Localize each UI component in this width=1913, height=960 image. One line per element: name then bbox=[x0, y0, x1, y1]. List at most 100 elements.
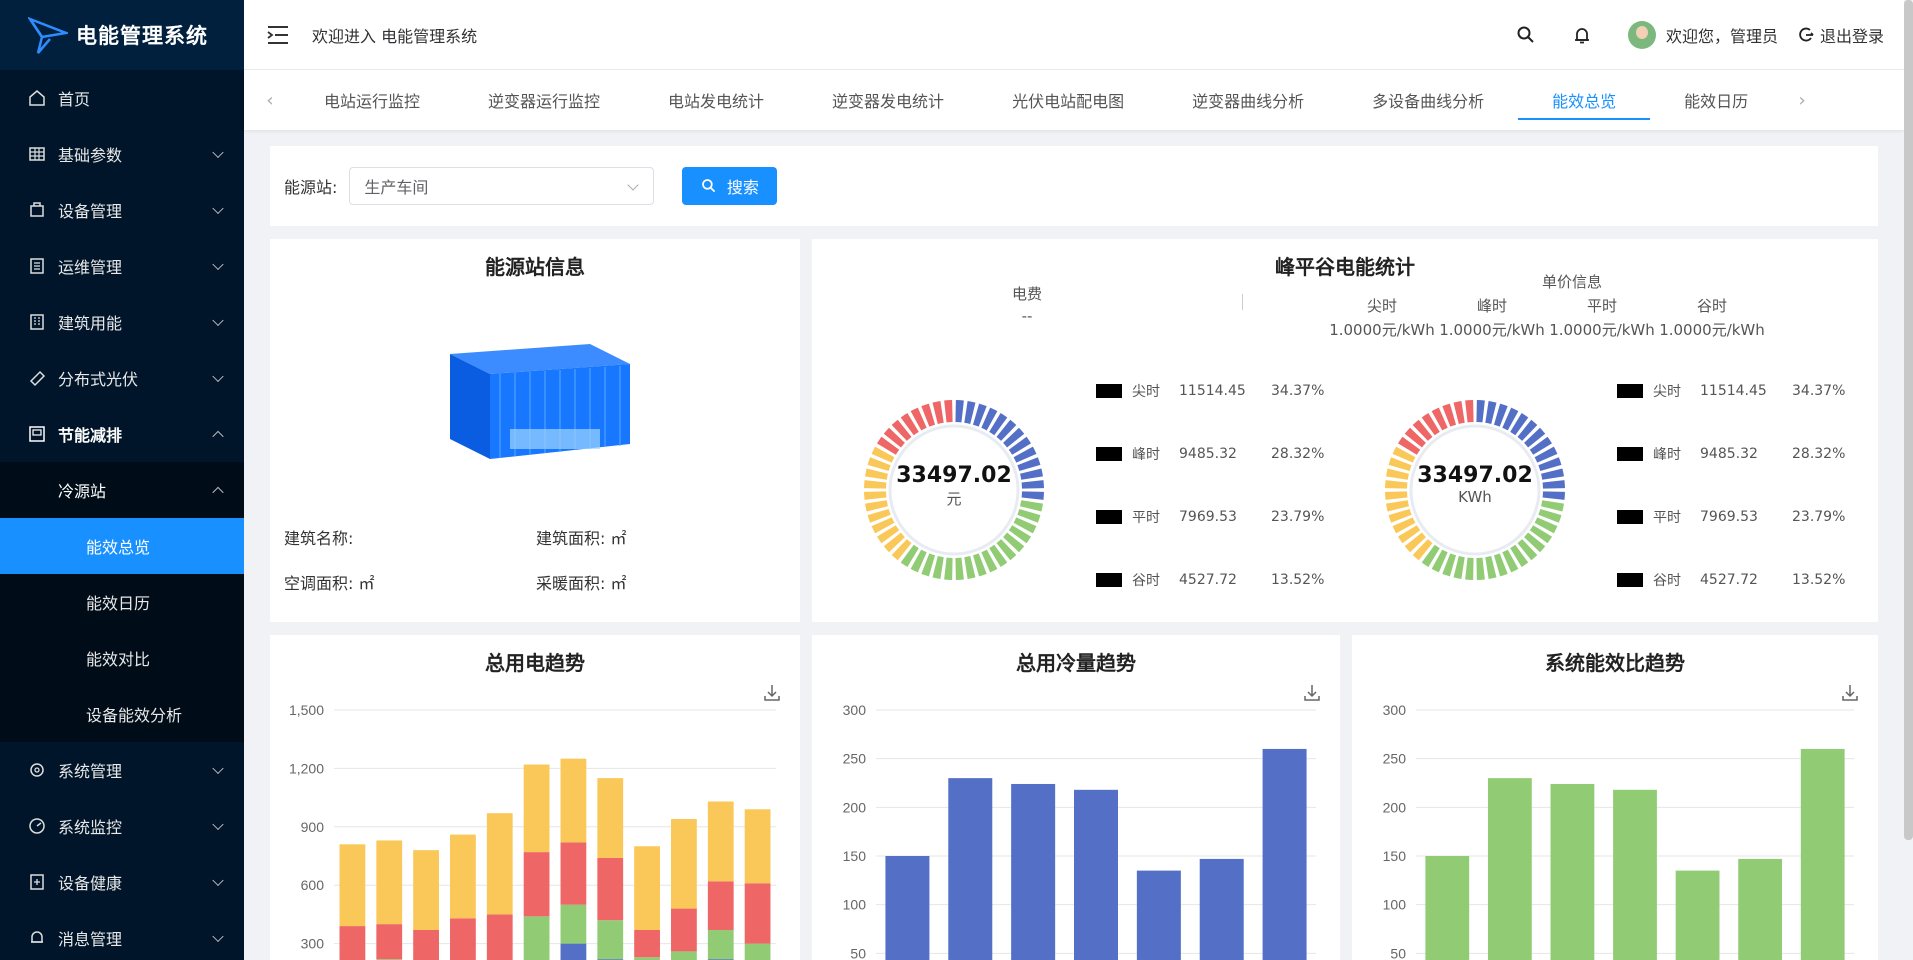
legend-gu: 谷时 4527.72 13.52% bbox=[1617, 570, 1845, 590]
tab-inverter-curve[interactable]: 逆变器曲线分析 bbox=[1158, 70, 1338, 130]
sidebar-item-label: 基础参数 bbox=[58, 146, 123, 165]
y-tick-label: 250 bbox=[1383, 751, 1407, 767]
price-ping-name: 平时 bbox=[1586, 297, 1617, 315]
sidebar-item-label: 设备能效分析 bbox=[86, 706, 183, 725]
unit-price-title: 单价信息 bbox=[1541, 273, 1602, 291]
donut-segment bbox=[1485, 556, 1497, 579]
bar bbox=[707, 881, 734, 930]
tab-station-monitor[interactable]: 电站运行监控 bbox=[290, 70, 454, 130]
total-power-trend-card: 总用电趋势 300 600 900 1,200 1,500 bbox=[270, 635, 800, 960]
sidebar-item-system-monitor[interactable]: 系统监控 bbox=[0, 798, 244, 854]
station-info-title: 能源站信息 bbox=[485, 255, 585, 279]
bar bbox=[671, 819, 697, 909]
search-button[interactable]: 搜索 bbox=[682, 167, 778, 205]
building-area: 建筑面积: ㎡ bbox=[536, 529, 627, 548]
tab-efficiency-calendar[interactable]: 能效日历 bbox=[1650, 70, 1782, 130]
sidebar-item-efficiency-compare[interactable]: 能效对比 bbox=[0, 630, 244, 686]
sidebar-item-efficiency-overview[interactable]: 能效总览 bbox=[0, 518, 244, 574]
tab-scroll-left-icon[interactable]: ‹ bbox=[250, 90, 290, 111]
chevron-down-icon bbox=[212, 314, 224, 327]
welcome-text: 欢迎进入 电能管理系统 bbox=[312, 26, 478, 46]
bar bbox=[523, 764, 550, 853]
donut-segment bbox=[964, 556, 976, 579]
tab-inverter-monitor[interactable]: 逆变器运行监控 bbox=[454, 70, 634, 130]
bell-icon bbox=[31, 931, 43, 943]
donut-segment bbox=[1465, 400, 1474, 423]
sidebar-item-energy-saving[interactable]: 节能减排 bbox=[0, 406, 244, 462]
sidebar-item-pv[interactable]: 分布式光伏 bbox=[0, 350, 244, 406]
menu-fold-icon[interactable] bbox=[266, 24, 290, 46]
app-logo[interactable]: 电能管理系统 bbox=[0, 0, 244, 70]
tab-multi-device-curve[interactable]: 多设备曲线分析 bbox=[1338, 70, 1518, 130]
legend-swatch bbox=[1096, 384, 1122, 398]
y-tick-label: 600 bbox=[301, 877, 325, 893]
sidebar-item-device-efficiency[interactable]: 设备能效分析 bbox=[0, 686, 244, 742]
sidebar-item-system-mgmt[interactable]: 系统管理 bbox=[0, 742, 244, 798]
bar bbox=[634, 929, 660, 958]
sidebar-item-building-energy[interactable]: 建筑用能 bbox=[0, 294, 244, 350]
gear-icon bbox=[30, 763, 44, 777]
sidebar-item-ops-mgmt[interactable]: 运维管理 bbox=[0, 238, 244, 294]
bar bbox=[1425, 856, 1470, 960]
bar bbox=[413, 850, 439, 930]
donut-segment bbox=[1465, 557, 1474, 580]
user-greeting[interactable]: 欢迎您，管理员 bbox=[1666, 23, 1778, 47]
bar bbox=[1738, 858, 1783, 960]
total-cooling-trend-card: 总用冷量趋势 50 100 150 200 250 300 bbox=[812, 635, 1340, 960]
chevron-down-icon bbox=[212, 874, 224, 887]
bar bbox=[597, 920, 624, 960]
bell-icon[interactable] bbox=[1572, 25, 1592, 45]
y-tick-label: 1,500 bbox=[289, 702, 324, 718]
avatar[interactable] bbox=[1627, 21, 1656, 49]
donut-segment bbox=[932, 401, 944, 424]
bar bbox=[1487, 778, 1532, 960]
fee-label: 电费 bbox=[1011, 285, 1042, 303]
bar bbox=[1262, 748, 1307, 960]
total-power-bar-chart: 300 600 900 1,200 1,500 bbox=[289, 702, 776, 960]
legend-swatch bbox=[1096, 573, 1122, 587]
tab-scroll-right-icon[interactable]: › bbox=[1782, 90, 1822, 111]
chevron-up-icon bbox=[212, 486, 224, 499]
bar bbox=[1136, 870, 1181, 960]
tab-pv-diagram[interactable]: 光伏电站配电图 bbox=[978, 70, 1158, 130]
station-select[interactable]: 生产车间 bbox=[349, 167, 655, 205]
donut-segment bbox=[955, 557, 964, 580]
station-label: 能源站: bbox=[284, 178, 338, 197]
sidebar-item-device-health[interactable]: 设备健康 bbox=[0, 854, 244, 910]
logout-icon[interactable] bbox=[1796, 25, 1816, 45]
y-tick-label: 100 bbox=[843, 897, 867, 913]
sidebar-item-efficiency-calendar[interactable]: 能效日历 bbox=[0, 574, 244, 630]
chevron-down-icon bbox=[212, 370, 224, 383]
sidebar-item-message-mgmt[interactable]: 消息管理 bbox=[0, 910, 244, 960]
sidebar-item-label: 系统监控 bbox=[58, 818, 123, 837]
tab-efficiency-overview[interactable]: 能效总览 bbox=[1518, 70, 1651, 130]
sidebar-item-basic-params[interactable]: 基础参数 bbox=[0, 126, 244, 182]
ac-area: 空调面积: ㎡ bbox=[284, 574, 375, 593]
price-gu-value: 1.0000元/kWh bbox=[1659, 321, 1765, 339]
save-icon bbox=[29, 426, 45, 442]
station-select-value: 生产车间 bbox=[364, 178, 429, 197]
sidebar-item-home[interactable]: 首页 bbox=[0, 70, 244, 126]
bar bbox=[885, 856, 930, 960]
submenu-energy-saving: 冷源站 能效总览 能效日历 能效对比 设备能效分析 bbox=[0, 462, 244, 742]
tab-station-stats[interactable]: 电站发电统计 bbox=[634, 70, 798, 130]
page-scrollbar[interactable] bbox=[1904, 0, 1913, 840]
bar bbox=[634, 846, 660, 930]
cop-trend-card: 系统能效比趋势 50 100 150 200 250 300 bbox=[1352, 635, 1878, 960]
peak-valley-card: 峰平谷电能统计 电费 -- 单价信息 尖时 1.0000元/kWh 峰时 1.0… bbox=[812, 239, 1878, 622]
sidebar-item-label: 能效总览 bbox=[86, 538, 151, 557]
sidebar-item-cold-source[interactable]: 冷源站 bbox=[0, 462, 244, 518]
sidebar-item-label: 建筑用能 bbox=[58, 314, 123, 333]
search-icon[interactable] bbox=[1516, 25, 1536, 45]
bar bbox=[486, 914, 513, 960]
energy-donut-unit: KWh bbox=[1458, 488, 1492, 506]
tab-inverter-stats[interactable]: 逆变器发电统计 bbox=[798, 70, 978, 130]
sidebar-item-device-mgmt[interactable]: 设备管理 bbox=[0, 182, 244, 238]
bar bbox=[560, 943, 587, 960]
bar bbox=[339, 926, 366, 960]
logout-button[interactable]: 退出登录 bbox=[1820, 23, 1884, 47]
sidebar-item-label: 能效日历 bbox=[86, 594, 151, 613]
filter-bar: 能源站: 生产车间 搜索 bbox=[270, 146, 1878, 226]
sidebar-item-label: 设备健康 bbox=[58, 874, 123, 893]
chevron-down-icon bbox=[212, 258, 224, 271]
